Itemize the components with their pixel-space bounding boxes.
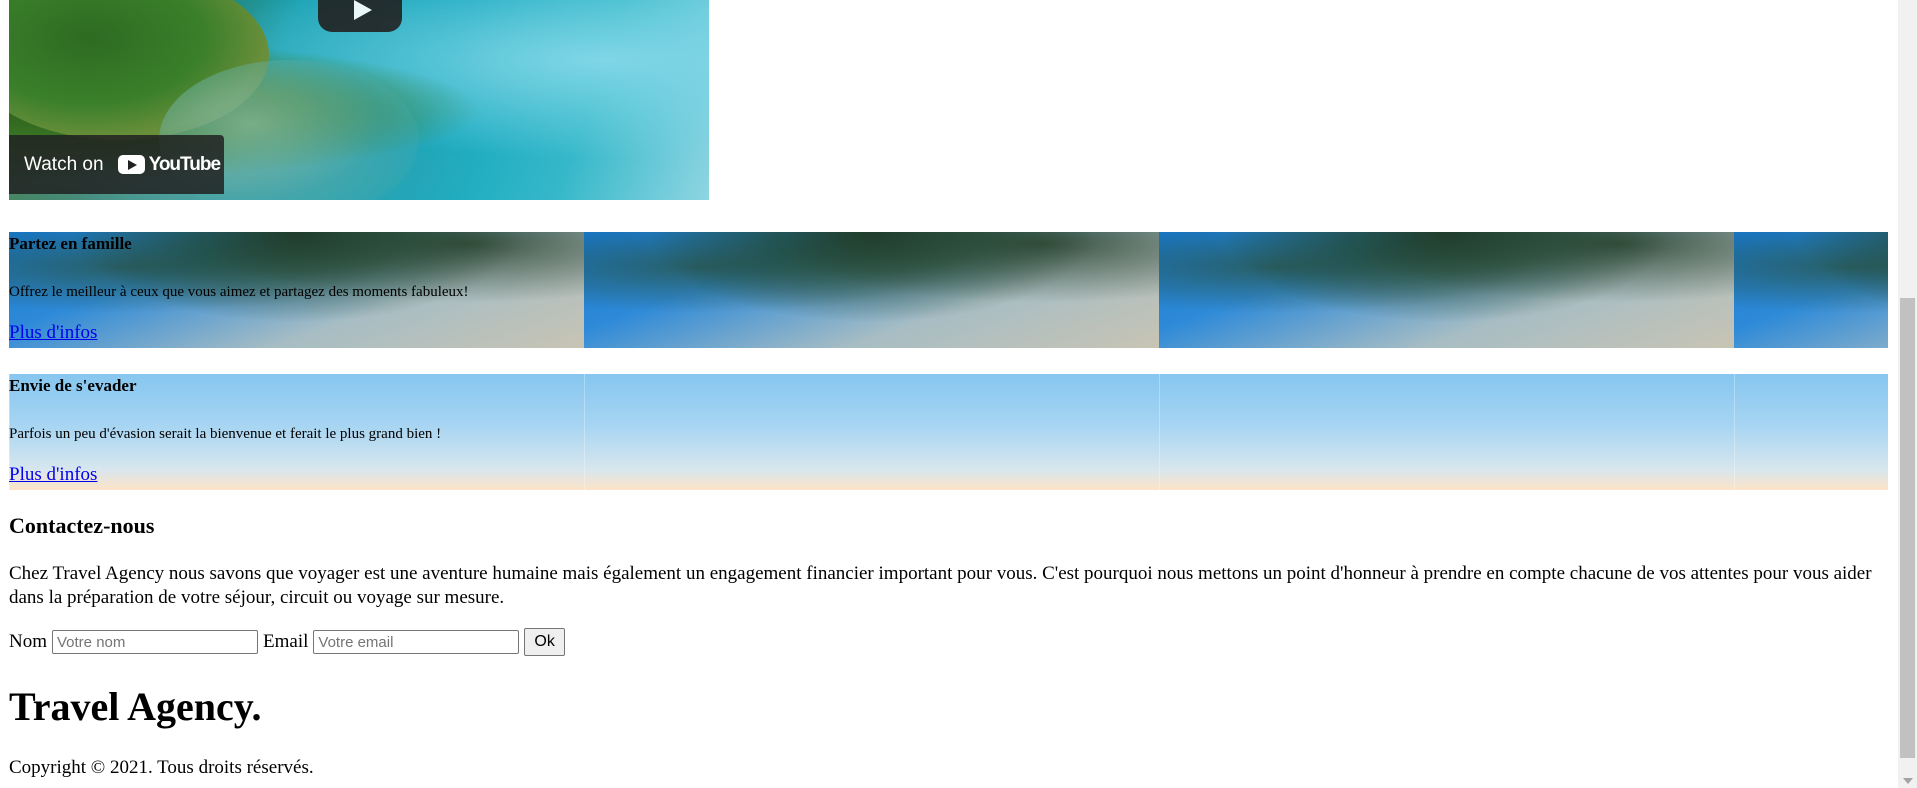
- banner-palm-tile: [1734, 232, 1888, 348]
- more-info-link[interactable]: Plus d'infos: [9, 464, 97, 486]
- banner-sky-tile: [584, 374, 1160, 490]
- section-description: Offrez le meilleur à ceux que vous aimez…: [9, 284, 469, 300]
- section-description: Parfois un peu d'évasion serait la bienv…: [9, 426, 442, 442]
- name-input[interactable]: [52, 630, 258, 654]
- section-title: Envie de s'evader: [9, 376, 137, 395]
- contact-heading: Contactez-nous: [9, 513, 155, 538]
- youtube-video-embed[interactable]: Watch on YouTube: [9, 0, 709, 200]
- play-icon: [354, 0, 372, 20]
- vertical-scrollbar[interactable]: [1898, 0, 1917, 788]
- watch-on-youtube-link[interactable]: Watch on YouTube: [9, 135, 224, 194]
- copyright-text: Copyright © 2021. Tous droits réservés.: [9, 757, 314, 778]
- scrollbar-thumb[interactable]: [1900, 298, 1915, 758]
- email-label: Email: [263, 631, 309, 652]
- contact-description: Chez Travel Agency nous savons que voyag…: [9, 563, 1872, 608]
- section-title: Partez en famille: [9, 234, 132, 253]
- contact-form: Nom Email Ok: [9, 628, 565, 656]
- email-input[interactable]: [313, 630, 520, 654]
- banner-sky-tile: [1159, 374, 1735, 490]
- youtube-logo: YouTube: [117, 153, 221, 176]
- youtube-logo-icon: [117, 155, 145, 174]
- section-family-banner: Partez en famille Offrez le meilleur à c…: [9, 232, 1888, 348]
- banner-sky-tile: [1734, 374, 1888, 490]
- section-escape-banner: Envie de s'evader Parfois un peu d'évasi…: [9, 374, 1888, 490]
- banner-palm-tile: [584, 232, 1160, 348]
- more-info-link[interactable]: Plus d'infos: [9, 322, 97, 344]
- banner-palm-tile: [1159, 232, 1735, 348]
- youtube-wordmark: YouTube: [148, 153, 221, 175]
- scroll-down-arrow-icon[interactable]: [1903, 778, 1913, 784]
- video-play-button[interactable]: [318, 0, 402, 32]
- watch-on-label: Watch on: [24, 153, 104, 175]
- footer-brand: Travel Agency.: [9, 684, 262, 729]
- submit-button[interactable]: Ok: [524, 628, 565, 656]
- name-label: Nom: [9, 631, 47, 652]
